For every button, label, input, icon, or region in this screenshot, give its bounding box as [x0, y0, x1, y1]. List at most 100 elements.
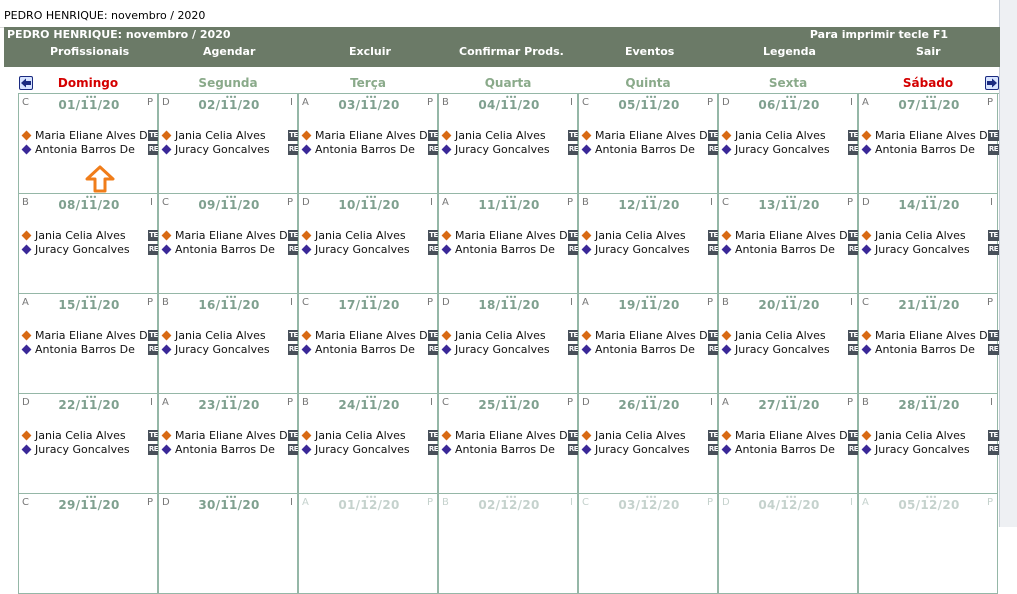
schedule-entry[interactable]: Juracy Goncalves RE — [861, 443, 999, 457]
schedule-entry[interactable]: Antonia Barros De RE — [721, 443, 859, 457]
schedule-entry[interactable]: Antonia Barros De RE — [581, 143, 719, 157]
menu-eventos[interactable]: Eventos — [625, 45, 674, 58]
day-cell[interactable]: B ••• 02/12/20 I — [438, 494, 578, 594]
day-cell[interactable]: C ••• 13/11/20 P Maria Eliane Alves De TE Anto… — [718, 194, 859, 294]
schedule-entry[interactable]: Juracy Goncalves RE — [441, 343, 579, 357]
day-cell[interactable]: D ••• 18/11/20 I Jania Celia Alves TE Juracy G… — [438, 294, 579, 394]
schedule-entry[interactable]: Maria Eliane Alves De TE — [861, 329, 999, 343]
schedule-entry[interactable]: Maria Eliane Alves De TE — [301, 129, 439, 143]
day-cell[interactable]: A ••• 07/11/20 P Maria Eliane Alves De TE Anto… — [858, 94, 999, 194]
shift-letter: P — [706, 97, 713, 108]
schedule-entry[interactable]: Antonia Barros De RE — [721, 243, 859, 257]
schedule-entry[interactable]: Juracy Goncalves RE — [441, 143, 579, 157]
day-cell[interactable]: D ••• 30/11/20 I — [158, 494, 298, 594]
schedule-entry[interactable]: Jania Celia Alves TE — [861, 229, 999, 243]
schedule-entry[interactable]: Juracy Goncalves RE — [301, 243, 439, 257]
schedule-entry[interactable]: Jania Celia Alves TE — [581, 429, 719, 443]
professional-name: Jania Celia Alves — [875, 229, 966, 242]
day-cell[interactable]: A ••• 03/11/20 P Maria Eliane Alves De TE Anto… — [298, 94, 439, 194]
schedule-entry[interactable]: Juracy Goncalves RE — [581, 443, 719, 457]
schedule-entry[interactable]: Maria Eliane Alves De TE — [721, 429, 859, 443]
schedule-entry[interactable]: Maria Eliane Alves De TE — [441, 229, 579, 243]
day-cell[interactable]: D ••• 10/11/20 I Jania Celia Alves TE Juracy G… — [298, 194, 439, 294]
menu-profissionais[interactable]: Profissionais — [50, 45, 129, 58]
schedule-entry[interactable]: Maria Eliane Alves De TE — [21, 129, 159, 143]
schedule-entry[interactable]: Juracy Goncalves RE — [161, 143, 299, 157]
schedule-entry[interactable]: Antonia Barros De RE — [301, 143, 439, 157]
schedule-entry[interactable]: Jania Celia Alves TE — [721, 329, 859, 343]
day-cell[interactable]: D ••• 02/11/20 I Jania Celia Alves TE Juracy G… — [158, 94, 299, 194]
schedule-entry[interactable]: Juracy Goncalves RE — [861, 243, 999, 257]
day-cell[interactable]: A ••• 01/12/20 P — [298, 494, 438, 594]
day-cell[interactable]: A ••• 23/11/20 P Maria Eliane Alves De TE Anto… — [158, 394, 299, 494]
schedule-entry[interactable]: Jania Celia Alves TE — [861, 429, 999, 443]
day-cell[interactable]: C ••• 05/11/20 P Maria Eliane Alves De TE Anto… — [578, 94, 719, 194]
day-cell[interactable]: B ••• 16/11/20 I Jania Celia Alves TE Juracy G… — [158, 294, 299, 394]
schedule-entry[interactable]: Jania Celia Alves TE — [21, 429, 159, 443]
day-cell[interactable]: B ••• 04/11/20 I Jania Celia Alves TE Juracy G… — [438, 94, 579, 194]
schedule-entry[interactable]: Jania Celia Alves TE — [21, 229, 159, 243]
schedule-entry[interactable]: Antonia Barros De RE — [861, 343, 999, 357]
schedule-entry[interactable]: Juracy Goncalves RE — [301, 443, 439, 457]
day-cell[interactable]: D ••• 06/11/20 I Jania Celia Alves TE Juracy G… — [718, 94, 859, 194]
day-cell[interactable]: C ••• 03/12/20 P — [578, 494, 718, 594]
schedule-entry[interactable]: Juracy Goncalves RE — [581, 243, 719, 257]
schedule-entry[interactable]: Juracy Goncalves RE — [721, 143, 859, 157]
schedule-entry[interactable]: Antonia Barros De RE — [441, 443, 579, 457]
schedule-entry[interactable]: Jania Celia Alves TE — [581, 229, 719, 243]
menu-confirmar-prods[interactable]: Confirmar Prods. — [459, 45, 564, 58]
schedule-entry[interactable]: Antonia Barros De RE — [21, 343, 159, 357]
day-cell[interactable]: A ••• 19/11/20 P Maria Eliane Alves De TE Anto… — [578, 294, 719, 394]
schedule-entry[interactable]: Juracy Goncalves RE — [21, 243, 159, 257]
schedule-entry[interactable]: Maria Eliane Alves De TE — [21, 329, 159, 343]
day-cell[interactable]: A ••• 11/11/20 P Maria Eliane Alves De TE Anto… — [438, 194, 579, 294]
schedule-entry[interactable]: Jania Celia Alves TE — [161, 329, 299, 343]
day-cell[interactable]: D ••• 26/11/20 I Jania Celia Alves TE Juracy G… — [578, 394, 719, 494]
schedule-entry[interactable]: Antonia Barros De RE — [581, 343, 719, 357]
schedule-entry[interactable]: Antonia Barros De RE — [21, 143, 159, 157]
schedule-entry[interactable]: Maria Eliane Alves De TE — [581, 129, 719, 143]
day-cell[interactable]: D ••• 22/11/20 I Jania Celia Alves TE Juracy G… — [18, 394, 159, 494]
day-cell[interactable]: B ••• 08/11/20 I Jania Celia Alves TE Juracy G… — [18, 194, 159, 294]
menu-legenda[interactable]: Legenda — [763, 45, 816, 58]
schedule-entry[interactable]: Maria Eliane Alves De TE — [581, 329, 719, 343]
schedule-entry[interactable]: Jania Celia Alves TE — [441, 329, 579, 343]
schedule-entry[interactable]: Antonia Barros De RE — [441, 243, 579, 257]
schedule-entry[interactable]: Juracy Goncalves RE — [161, 343, 299, 357]
day-cell[interactable]: A ••• 15/11/20 P Maria Eliane Alves De TE Anto… — [18, 294, 159, 394]
schedule-entry[interactable]: Antonia Barros De RE — [161, 443, 299, 457]
schedule-entry[interactable]: Maria Eliane Alves De TE — [161, 229, 299, 243]
schedule-entry[interactable]: Jania Celia Alves TE — [441, 129, 579, 143]
menu-excluir[interactable]: Excluir — [349, 45, 391, 58]
schedule-entry[interactable]: Maria Eliane Alves De TE — [721, 229, 859, 243]
day-cell[interactable]: B ••• 28/11/20 I Jania Celia Alves TE Juracy G… — [858, 394, 999, 494]
weekday-header: Segunda — [198, 76, 258, 90]
schedule-entry[interactable]: Juracy Goncalves RE — [721, 343, 859, 357]
schedule-entry[interactable]: Maria Eliane Alves De TE — [441, 429, 579, 443]
schedule-entry[interactable]: Antonia Barros De RE — [161, 243, 299, 257]
menu-agendar[interactable]: Agendar — [203, 45, 255, 58]
day-cell[interactable]: D ••• 04/12/20 I — [718, 494, 858, 594]
schedule-entry[interactable]: Juracy Goncalves RE — [21, 443, 159, 457]
schedule-entry[interactable]: Jania Celia Alves TE — [161, 129, 299, 143]
day-cell[interactable]: B ••• 24/11/20 I Jania Celia Alves TE Juracy G… — [298, 394, 439, 494]
schedule-entry[interactable]: Jania Celia Alves TE — [301, 229, 439, 243]
schedule-entry[interactable]: Maria Eliane Alves De TE — [861, 129, 999, 143]
day-cell[interactable]: C ••• 17/11/20 P Maria Eliane Alves De TE Anto… — [298, 294, 439, 394]
schedule-entry[interactable]: Maria Eliane Alves De TE — [161, 429, 299, 443]
day-cell[interactable]: A ••• 05/12/20 P — [858, 494, 998, 594]
day-cell[interactable]: C ••• 29/11/20 P — [18, 494, 158, 594]
day-cell[interactable]: B ••• 12/11/20 I Jania Celia Alves TE Juracy G… — [578, 194, 719, 294]
schedule-entry[interactable]: Maria Eliane Alves De TE — [301, 329, 439, 343]
day-cell[interactable]: C ••• 09/11/20 P Maria Eliane Alves De TE Anto… — [158, 194, 299, 294]
day-cell[interactable]: C ••• 25/11/20 P Maria Eliane Alves De TE Anto… — [438, 394, 579, 494]
schedule-entry[interactable]: Jania Celia Alves TE — [301, 429, 439, 443]
schedule-entry[interactable]: Jania Celia Alves TE — [721, 129, 859, 143]
schedule-entry[interactable]: Antonia Barros De RE — [861, 143, 999, 157]
day-cell[interactable]: A ••• 27/11/20 P Maria Eliane Alves De TE Anto… — [718, 394, 859, 494]
day-cell[interactable]: C ••• 21/11/20 P Maria Eliane Alves De TE Anto… — [858, 294, 999, 394]
day-cell[interactable]: B ••• 20/11/20 I Jania Celia Alves TE Juracy G… — [718, 294, 859, 394]
menu-sair[interactable]: Sair — [916, 45, 941, 58]
day-cell[interactable]: D ••• 14/11/20 I Jania Celia Alves TE Juracy G… — [858, 194, 999, 294]
schedule-entry[interactable]: Antonia Barros De RE — [301, 343, 439, 357]
